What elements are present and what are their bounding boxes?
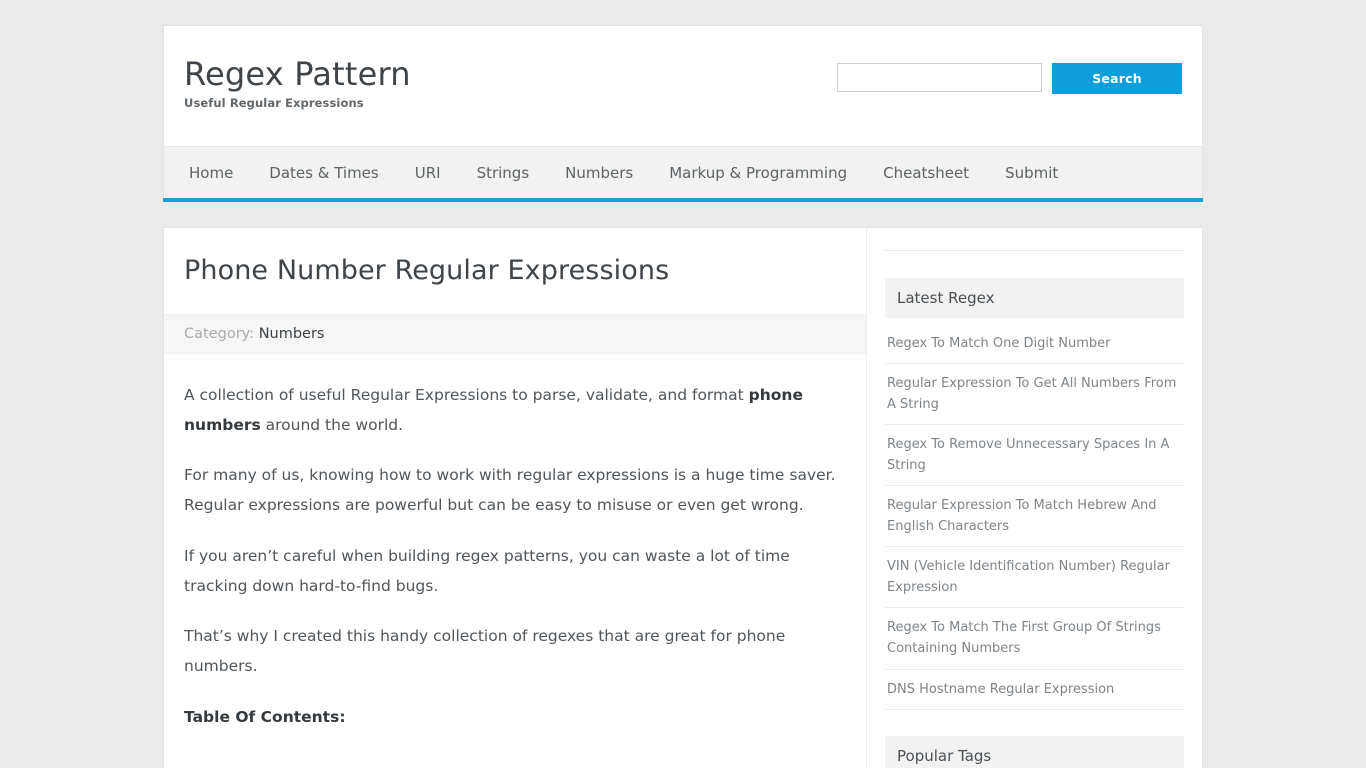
widget-latest-regex: Latest Regex Regex To Match One Digit Nu… [885, 250, 1184, 710]
nav-item-markup-programming[interactable]: Markup & Programming [655, 147, 861, 199]
sidebar: Latest Regex Regex To Match One Digit Nu… [866, 228, 1202, 768]
nav-item-dates-times[interactable]: Dates & Times [255, 147, 392, 199]
nav-item-cheatsheet[interactable]: Cheatsheet [869, 147, 983, 199]
paragraph-2: For many of us, knowing how to work with… [184, 466, 836, 515]
paragraph-4: That’s why I created this handy collecti… [184, 627, 786, 676]
nav-accent-bar [163, 198, 1203, 202]
entry-meta: Category: Numbers [164, 313, 866, 354]
nav-item-strings[interactable]: Strings [463, 147, 544, 199]
list-item: DNS Hostname Regular Expression [885, 670, 1184, 710]
category-link[interactable]: Numbers [259, 326, 325, 342]
sidebar-link-7[interactable]: DNS Hostname Regular Expression [887, 679, 1182, 700]
sidebar-link-4[interactable]: Regular Expression To Match Hebrew And E… [887, 495, 1182, 537]
sidebar-link-1[interactable]: Regex To Match One Digit Number [887, 333, 1182, 354]
widget-title-latest: Latest Regex [885, 278, 1184, 318]
list-item: Regex To Match One Digit Number [885, 324, 1184, 365]
widget-divider [885, 250, 1184, 251]
page-container: Regex Pattern Useful Regular Expressions… [163, 0, 1203, 768]
paragraph-3: If you aren’t careful when building rege… [184, 546, 790, 595]
sidebar-link-6[interactable]: Regex To Match The First Group Of String… [887, 617, 1182, 659]
nav-item-submit[interactable]: Submit [991, 147, 1072, 199]
entry-content: A collection of useful Regular Expressio… [184, 380, 846, 732]
list-item: Regex To Remove Unnecessary Spaces In A … [885, 425, 1184, 487]
main-column: Phone Number Regular Expressions Categor… [164, 228, 866, 768]
list-item: Regex To Match The First Group Of String… [885, 608, 1184, 670]
latest-regex-list: Regex To Match One Digit Number Regular … [885, 324, 1184, 710]
site-header: Regex Pattern Useful Regular Expressions… [163, 25, 1203, 146]
paragraph-1-post: around the world. [260, 415, 404, 434]
search-form: Search [837, 63, 1182, 94]
nav-item-numbers[interactable]: Numbers [551, 147, 647, 199]
sidebar-link-2[interactable]: Regular Expression To Get All Numbers Fr… [887, 373, 1182, 415]
paragraph-1: A collection of useful Regular Expressio… [184, 380, 846, 440]
search-button[interactable]: Search [1052, 63, 1182, 94]
sidebar-link-3[interactable]: Regex To Remove Unnecessary Spaces In A … [887, 434, 1182, 476]
list-item: VIN (Vehicle Identification Number) Regu… [885, 547, 1184, 609]
search-input[interactable] [837, 63, 1042, 92]
site-title: Regex Pattern [184, 55, 411, 93]
category-label: Category: [184, 325, 255, 342]
nav-item-uri[interactable]: URI [401, 147, 455, 199]
nav-item-home[interactable]: Home [175, 147, 247, 199]
list-item: Regular Expression To Get All Numbers Fr… [885, 364, 1184, 426]
paragraph-1-pre: A collection of useful Regular Expressio… [184, 385, 749, 404]
toc-heading: Table Of Contents: [184, 707, 346, 726]
sidebar-link-5[interactable]: VIN (Vehicle Identification Number) Regu… [887, 556, 1182, 598]
list-item: Regular Expression To Match Hebrew And E… [885, 486, 1184, 548]
content-area: Phone Number Regular Expressions Categor… [163, 227, 1203, 768]
page-title: Phone Number Regular Expressions [184, 255, 670, 286]
site-tagline: Useful Regular Expressions [184, 95, 364, 110]
branding[interactable]: Regex Pattern Useful Regular Expressions [184, 56, 411, 110]
primary-navigation: Home Dates & Times URI Strings Numbers M… [163, 146, 1203, 198]
widget-popular-tags: Popular Tags Amazon Audio AWS Bible BitT… [885, 735, 1184, 768]
widget-title-tags: Popular Tags [885, 735, 1184, 768]
